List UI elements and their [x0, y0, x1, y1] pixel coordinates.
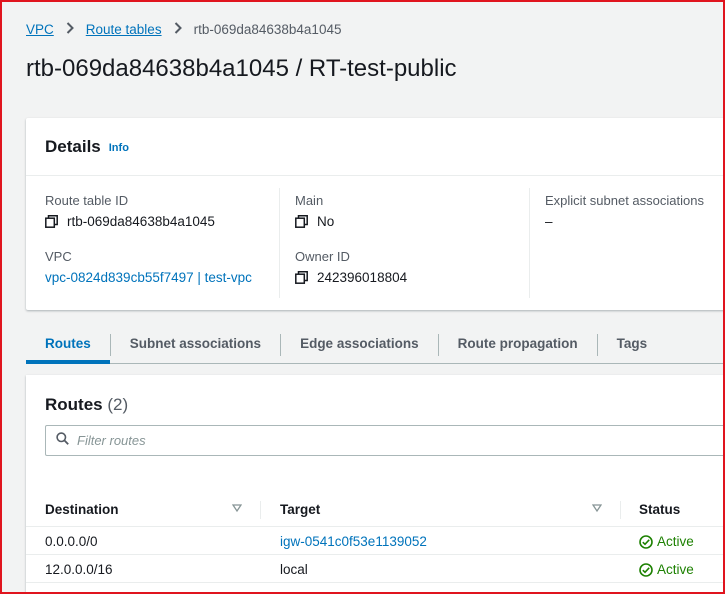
sort-caret-down-icon[interactable]: [231, 501, 243, 516]
owner-id-value: 242396018804: [317, 270, 408, 285]
details-title: Details: [45, 136, 101, 156]
main-label: Main: [295, 193, 324, 208]
route-table-id-field: Route table ID rtb-069da84638b4a1045: [45, 193, 215, 229]
breadcrumb-vpc-link[interactable]: VPC: [26, 22, 54, 37]
table-row: 0.0.0.0/0 igw-0541c0f53e1139052 Active: [26, 527, 725, 555]
filter-routes-field[interactable]: [45, 425, 725, 456]
routes-table: Destination Target Status 0.0.0.0/0 igw-…: [26, 493, 725, 583]
copy-icon[interactable]: [45, 215, 58, 228]
info-link[interactable]: Info: [109, 142, 129, 154]
vpc-field: VPC vpc-0824d839cb55f7497 | test-vpc: [45, 249, 252, 285]
explicit-subnet-value: –: [545, 214, 553, 229]
vpc-link[interactable]: vpc-0824d839cb55f7497 | test-vpc: [45, 270, 252, 285]
routes-title: Routes: [45, 395, 103, 414]
status-active-icon: [639, 562, 653, 577]
vpc-label: VPC: [45, 249, 72, 264]
explicit-subnet-label: Explicit subnet associations: [545, 193, 704, 208]
owner-id-label: Owner ID: [295, 249, 350, 264]
routes-panel: Routes (2) Destination Target Status 0.0…: [26, 375, 725, 594]
route-status: Active: [639, 534, 694, 549]
table-row: 12.0.0.0/16 local Active: [26, 555, 725, 583]
tab-edge-associations[interactable]: Edge associations: [281, 328, 438, 363]
chevron-right-icon: [66, 21, 74, 37]
column-header-destination[interactable]: Destination: [45, 502, 119, 517]
owner-id-field: Owner ID 242396018804: [295, 249, 407, 285]
details-header: Details Info: [26, 118, 725, 176]
routes-count: (2): [107, 395, 129, 414]
breadcrumb-current: rtb-069da84638b4a1045: [193, 21, 342, 37]
column-header-target[interactable]: Target: [280, 502, 320, 517]
explicit-subnet-field: Explicit subnet associations –: [545, 193, 704, 229]
filter-routes-input[interactable]: [77, 433, 677, 448]
breadcrumb-route-tables-link[interactable]: Route tables: [86, 22, 162, 37]
tab-bar: Routes Subnet associations Edge associat…: [26, 328, 725, 364]
sort-caret-down-icon[interactable]: [591, 501, 603, 516]
column-divider: [260, 501, 261, 519]
table-header: Destination Target Status: [26, 493, 725, 527]
main-field: Main No: [295, 193, 334, 229]
tab-tags[interactable]: Tags: [598, 328, 667, 363]
column-divider: [620, 501, 621, 519]
status-active-icon: [639, 534, 653, 549]
status-text: Active: [657, 562, 694, 577]
tab-routes[interactable]: Routes: [26, 328, 110, 364]
tab-route-propagation[interactable]: Route propagation: [439, 328, 597, 363]
status-text: Active: [657, 534, 694, 549]
tab-subnet-associations[interactable]: Subnet associations: [111, 328, 280, 363]
route-table-id-label: Route table ID: [45, 193, 129, 208]
copy-icon[interactable]: [295, 215, 308, 228]
chevron-right-icon: [174, 21, 182, 37]
route-target-link[interactable]: igw-0541c0f53e1139052: [280, 534, 427, 549]
route-destination: 12.0.0.0/16: [45, 562, 113, 577]
column-divider: [529, 188, 530, 298]
breadcrumb: VPC Route tables rtb-069da84638b4a1045: [26, 21, 341, 37]
copy-icon[interactable]: [295, 271, 308, 284]
route-table-id-value: rtb-069da84638b4a1045: [67, 214, 215, 229]
route-status: Active: [639, 562, 694, 577]
route-target: local: [280, 562, 308, 577]
routes-heading: Routes (2): [45, 395, 128, 415]
search-icon: [56, 431, 69, 450]
details-panel: Details Info Route table ID rtb-069da846…: [26, 118, 725, 310]
route-destination: 0.0.0.0/0: [45, 534, 98, 549]
column-header-status[interactable]: Status: [639, 502, 680, 517]
column-divider: [279, 188, 280, 298]
page-title: rtb-069da84638b4a1045 / RT-test-public: [26, 55, 457, 82]
main-value: No: [317, 214, 335, 229]
